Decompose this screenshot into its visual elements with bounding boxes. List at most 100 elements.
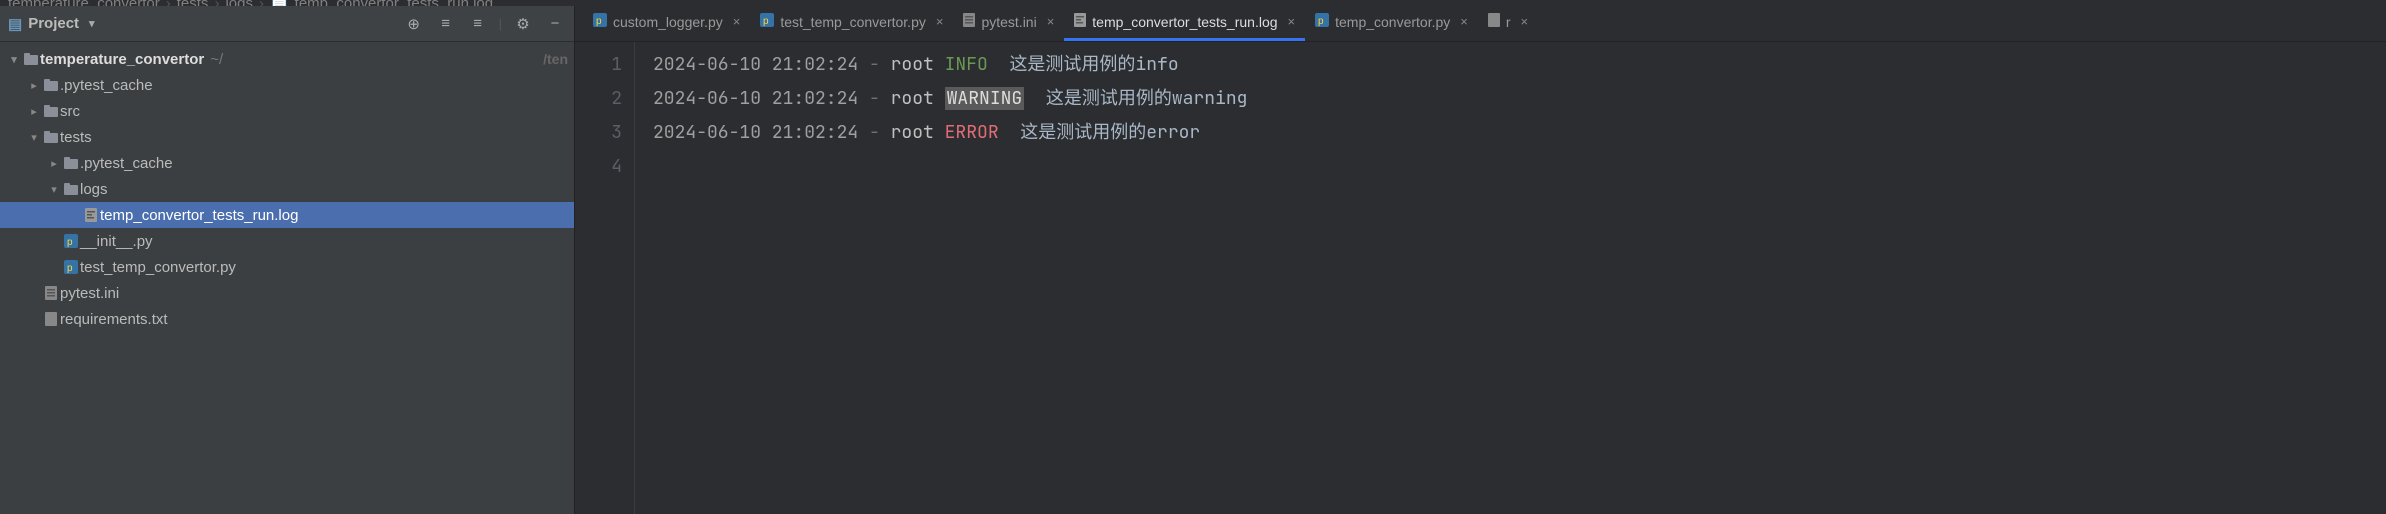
tree-item-logs[interactable]: ▾logs [0, 176, 574, 202]
tree-item-label: pytest.ini [60, 285, 119, 302]
project-tool-header: ▤ Project ▾ ⊕ ≡ ≡ | ⚙ − [0, 6, 574, 42]
tab-label: r [1506, 14, 1511, 30]
folder-icon [62, 183, 80, 195]
project-dropdown[interactable]: ▤ Project ▾ [8, 15, 95, 33]
py-icon: p [593, 13, 607, 30]
folder-icon [42, 105, 60, 117]
close-icon[interactable]: × [733, 14, 741, 29]
chevron-down-icon[interactable]: ▾ [6, 53, 22, 66]
tree-root-path: ~/ [210, 51, 223, 68]
tree-item-label: __init__.py [80, 233, 153, 250]
tree-item-label: tests [60, 129, 92, 146]
tab-label: test_temp_convertor.py [780, 14, 926, 30]
folder-icon [22, 53, 40, 65]
log-logger: root [891, 53, 934, 76]
tab-temp-convertor-tests-run-log[interactable]: temp_convertor_tests_run.log× [1064, 6, 1305, 41]
tree-item-label: requirements.txt [60, 311, 168, 328]
close-icon[interactable]: × [1288, 14, 1296, 29]
tree-item-test-temp-convertor-py[interactable]: ▸ptest_temp_convertor.py [0, 254, 574, 280]
project-tree: ▾ temperature_convertor ~/ /ten ▸ .pytest… [0, 42, 574, 514]
chevron-down-icon[interactable]: ▾ [26, 131, 42, 144]
tab-pytest-ini[interactable]: pytest.ini × [953, 6, 1064, 41]
py-icon: p [760, 13, 774, 30]
hide-icon[interactable]: − [544, 13, 566, 35]
folder-icon [42, 131, 60, 143]
tree-item-temp-convertor-tests-run-log[interactable]: ▸temp_convertor_tests_run.log [0, 202, 574, 228]
editor-content: 1234 2024-06-10 21:02:24 - root INFO 这是测… [575, 42, 2386, 514]
log-viewer[interactable]: 2024-06-10 21:02:24 - root INFO 这是测试用例的i… [635, 42, 2386, 514]
log-message: 这是测试用例的warning [1046, 87, 1248, 110]
folder-icon [42, 79, 60, 91]
line-number: 1 [575, 48, 622, 82]
tree-root-label: temperature_convertor [40, 51, 204, 68]
log-line [653, 150, 2386, 184]
svg-text:p: p [596, 16, 602, 27]
svg-text:p: p [763, 16, 769, 27]
tree-item-label: temp_convertor_tests_run.log [100, 207, 298, 224]
close-icon[interactable]: × [1521, 14, 1529, 29]
log-icon [1074, 13, 1086, 30]
svg-text:p: p [67, 263, 73, 274]
chevron-down-icon[interactable]: ▾ [46, 183, 62, 196]
tab-label: pytest.ini [981, 14, 1036, 30]
tree-item--init-py[interactable]: ▸p__init__.py [0, 228, 574, 254]
gear-icon[interactable]: ⚙ [512, 13, 534, 35]
py-icon: p [62, 234, 80, 248]
project-sidebar: ▤ Project ▾ ⊕ ≡ ≡ | ⚙ − ▾ temperature_co… [0, 6, 575, 514]
log-line: 2024-06-10 21:02:24 - root WARNING 这是测试用… [653, 82, 2386, 116]
tree-root[interactable]: ▾ temperature_convertor ~/ /ten [0, 46, 574, 72]
collapse-all-icon[interactable]: ≡ [467, 13, 489, 35]
tab-temp-convertor-py[interactable]: p temp_convertor.py × [1305, 6, 1478, 41]
chevron-down-icon: ▾ [89, 17, 95, 30]
tree-item-label: .pytest_cache [60, 77, 153, 94]
tree-item--pytest-cache[interactable]: ▸ .pytest_cache [0, 72, 574, 98]
tree-item-pytest-ini[interactable]: ▸pytest.ini [0, 280, 574, 306]
select-opened-file-icon[interactable]: ⊕ [403, 13, 425, 35]
separator: | [499, 16, 502, 31]
tab-test-temp-convertor-py[interactable]: p test_temp_convertor.py × [750, 6, 953, 41]
folder-icon [62, 157, 80, 169]
tree-item-label: test_temp_convertor.py [80, 259, 236, 276]
log-level: ERROR [945, 121, 999, 144]
svg-text:p: p [1318, 16, 1324, 27]
ini-icon [42, 286, 60, 300]
py-icon: p [62, 260, 80, 274]
gutter: 1234 [575, 42, 635, 514]
tree-item-src[interactable]: ▸ src [0, 98, 574, 124]
ini-icon [963, 13, 975, 30]
file-icon [42, 312, 60, 326]
tree-item--pytest-cache[interactable]: ▸ .pytest_cache [0, 150, 574, 176]
tree-item-tests[interactable]: ▾ tests [0, 124, 574, 150]
log-separator: - [858, 121, 890, 144]
tab-r[interactable]: r× [1478, 6, 1538, 41]
log-timestamp: 2024-06-10 21:02:24 [653, 87, 858, 110]
line-number: 3 [575, 116, 622, 150]
log-separator: - [858, 53, 890, 76]
line-number: 2 [575, 82, 622, 116]
log-timestamp: 2024-06-10 21:02:24 [653, 53, 858, 76]
editor-tabs: pcustom_logger.py×ptest_temp_convertor.p… [575, 6, 2386, 42]
close-icon[interactable]: × [1460, 14, 1468, 29]
tab-label: temp_convertor.py [1335, 14, 1450, 30]
editor-area: pcustom_logger.py×ptest_temp_convertor.p… [575, 6, 2386, 514]
py-icon: p [1315, 13, 1329, 30]
project-icon: ▤ [8, 15, 22, 33]
expand-all-icon[interactable]: ≡ [435, 13, 457, 35]
log-level: INFO [945, 53, 988, 76]
chevron-right-icon[interactable]: ▸ [46, 157, 62, 170]
log-message: 这是测试用例的error [1020, 121, 1200, 144]
line-number: 4 [575, 150, 622, 184]
log-logger: root [891, 121, 934, 144]
close-icon[interactable]: × [936, 14, 944, 29]
tab-custom-logger-py[interactable]: pcustom_logger.py× [583, 6, 750, 41]
tree-item-label: .pytest_cache [80, 155, 173, 172]
tree-body: ▸ .pytest_cache ▸ src ▾ tests ▸ .pytest_cache ▾l… [0, 72, 574, 332]
chevron-right-icon[interactable]: ▸ [26, 79, 42, 92]
tree-item-label: src [60, 103, 80, 120]
log-separator: - [858, 87, 890, 110]
svg-text:p: p [67, 237, 73, 248]
close-icon[interactable]: × [1047, 14, 1055, 29]
chevron-right-icon[interactable]: ▸ [26, 105, 42, 118]
log-level: WARNING [945, 87, 1025, 110]
tree-item-requirements-txt[interactable]: ▸requirements.txt [0, 306, 574, 332]
